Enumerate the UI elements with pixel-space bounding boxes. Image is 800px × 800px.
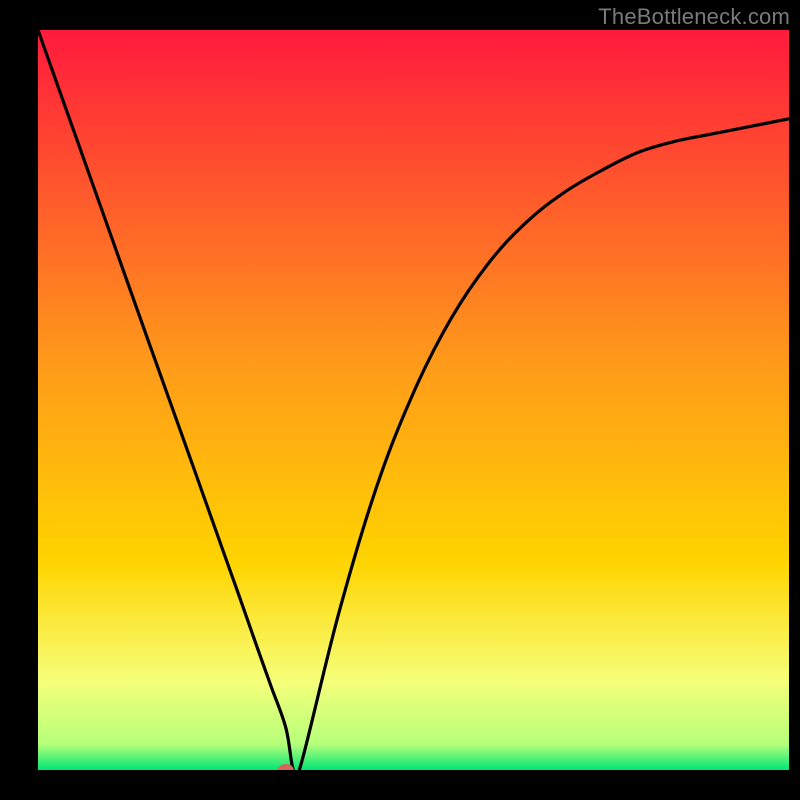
watermark-text: TheBottleneck.com	[598, 4, 790, 30]
bottleneck-chart	[0, 0, 800, 800]
chart-frame: TheBottleneck.com	[0, 0, 800, 800]
optimal-point-marker	[278, 764, 294, 776]
